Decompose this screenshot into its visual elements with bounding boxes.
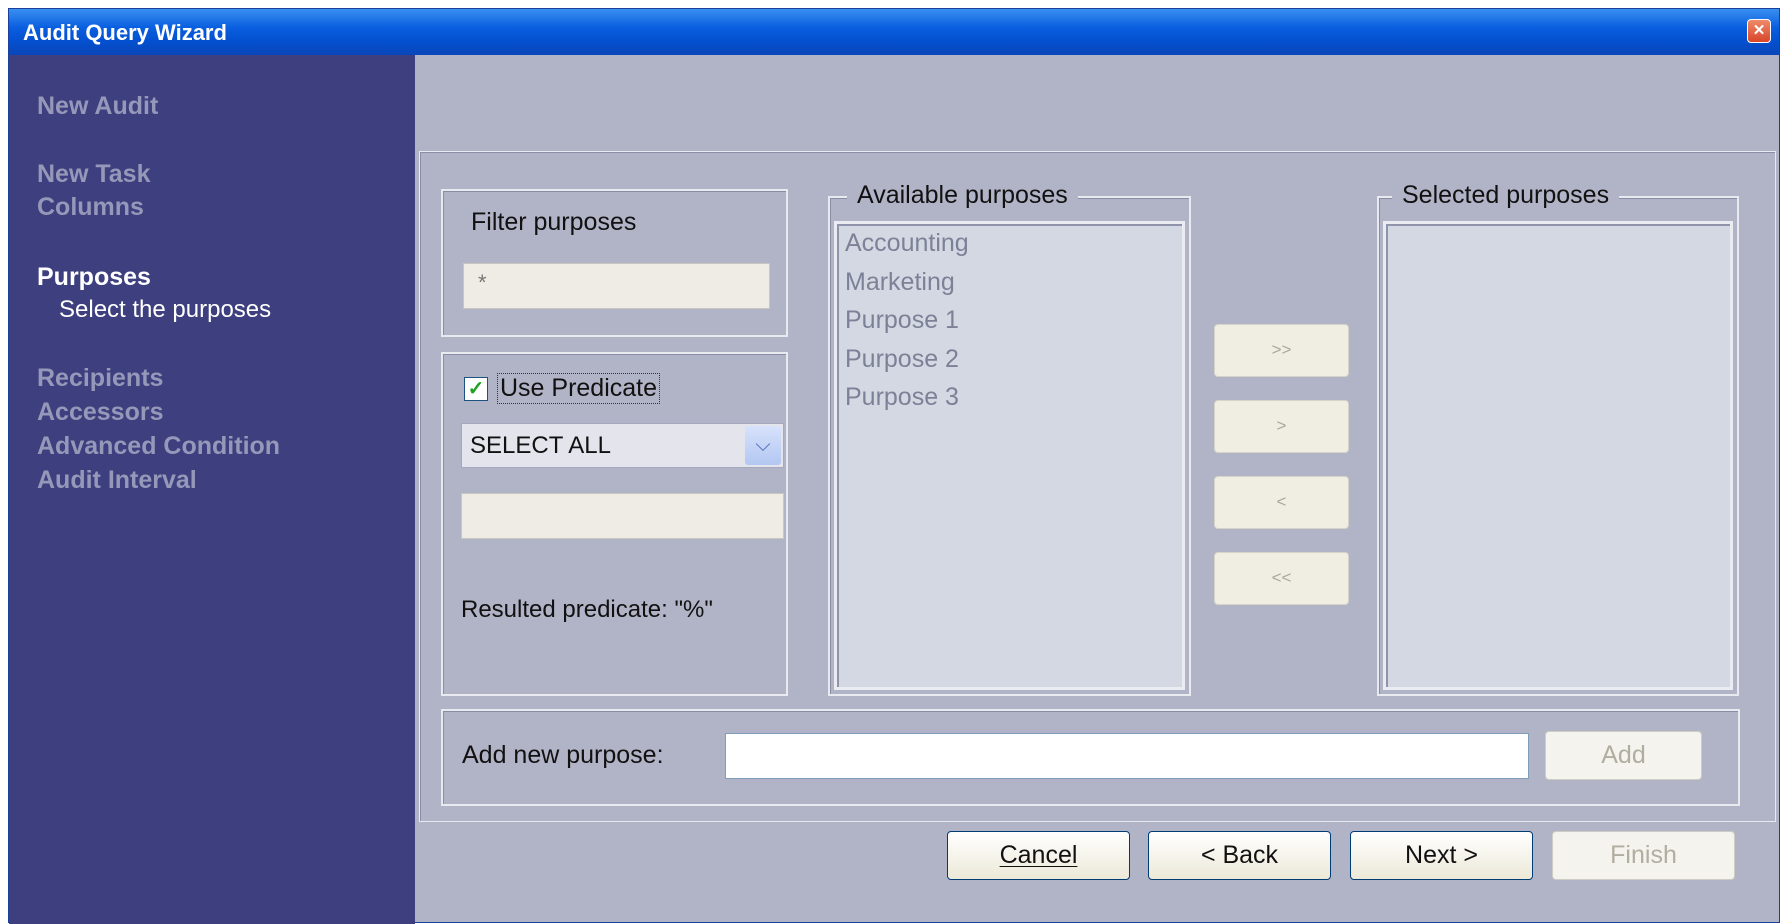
step-description: Select the purposes <box>59 296 272 323</box>
predicate-input[interactable] <box>461 493 784 539</box>
window-title: Audit Query Wizard <box>23 20 227 45</box>
list-item[interactable]: Marketing <box>837 263 1182 302</box>
selected-list[interactable] <box>1383 221 1733 690</box>
cancel-button-label: Cancel <box>999 841 1078 869</box>
filter-title: Filter purposes <box>471 208 637 236</box>
add-purpose-label: Add new purpose: <box>462 741 664 769</box>
predicate-select[interactable]: SELECT ALL ⌵ <box>461 423 784 468</box>
step-accessors: Accessors <box>37 398 164 426</box>
list-item[interactable]: Accounting <box>837 224 1182 263</box>
step-recipients: Recipients <box>37 364 164 392</box>
add-one-button[interactable]: > <box>1214 400 1349 453</box>
step-new-audit: New Audit <box>37 92 159 120</box>
next-button[interactable]: Next > <box>1350 831 1533 880</box>
list-item[interactable]: Purpose 2 <box>837 340 1182 379</box>
step-columns: Columns <box>37 193 144 221</box>
available-title: Available purposes <box>847 181 1078 210</box>
filter-input[interactable]: * <box>463 263 770 309</box>
use-predicate-checkbox[interactable]: ✓ <box>464 377 488 401</box>
available-list[interactable]: Accounting Marketing Purpose 1 Purpose 2… <box>834 221 1185 690</box>
steps-sidebar: New Audit New Task Columns Purposes Sele… <box>9 55 415 924</box>
step-new-task: New Task <box>37 160 151 188</box>
chevron-down-icon[interactable]: ⌵ <box>745 426 781 465</box>
resulted-predicate: Resulted predicate: "%" <box>461 596 713 623</box>
title-bar: Audit Query Wizard ✕ <box>9 9 1779 55</box>
list-item[interactable]: Purpose 3 <box>837 378 1182 417</box>
use-predicate-label[interactable]: Use Predicate <box>497 373 661 404</box>
back-button[interactable]: < Back <box>1148 831 1331 880</box>
step-purposes: Purposes <box>37 263 151 291</box>
predicate-select-value: SELECT ALL <box>470 432 611 459</box>
add-all-button[interactable]: >> <box>1214 324 1349 377</box>
step-advanced-condition: Advanced Condition <box>37 432 281 460</box>
list-item[interactable]: Purpose 1 <box>837 301 1182 340</box>
cancel-button[interactable]: Cancel <box>947 831 1130 880</box>
close-icon[interactable]: ✕ <box>1747 19 1771 43</box>
selected-title: Selected purposes <box>1392 181 1620 210</box>
add-button[interactable]: Add <box>1545 731 1702 780</box>
finish-button[interactable]: Finish <box>1552 831 1735 880</box>
wizard-window: Audit Query Wizard ✕ New Audit New Task … <box>8 8 1780 924</box>
remove-all-button[interactable]: << <box>1214 552 1349 605</box>
add-purpose-input[interactable] <box>725 733 1529 779</box>
step-audit-interval: Audit Interval <box>37 466 197 494</box>
remove-one-button[interactable]: < <box>1214 476 1349 529</box>
